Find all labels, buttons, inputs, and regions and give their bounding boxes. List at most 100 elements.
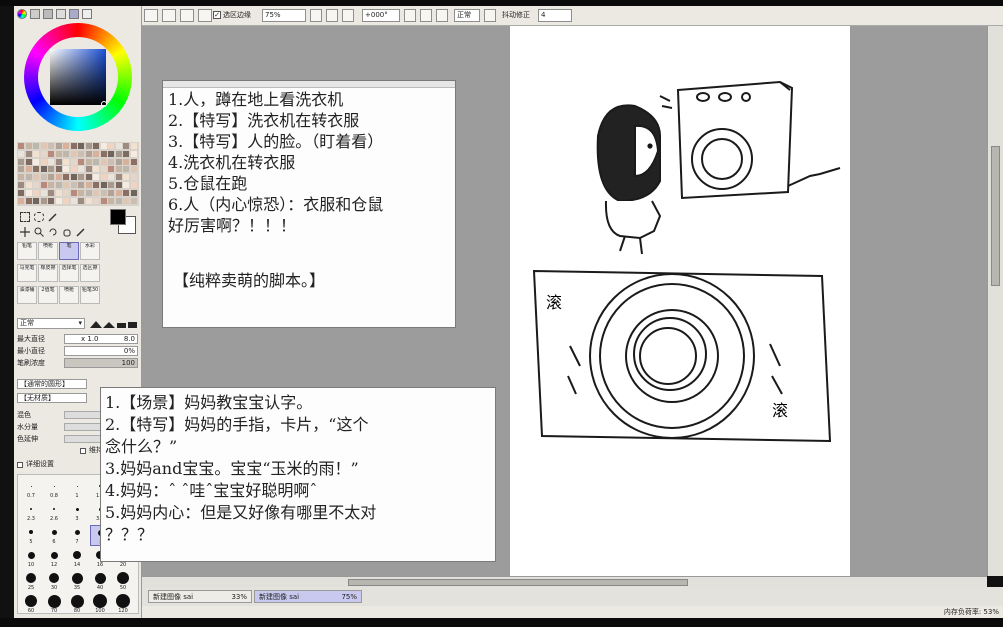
brush-size-cell[interactable]: 12 — [44, 548, 64, 569]
palette-swatch[interactable] — [63, 166, 69, 173]
palette-swatch[interactable] — [48, 150, 54, 157]
color-extend-slider[interactable] — [64, 435, 104, 443]
palette-swatch[interactable] — [85, 143, 92, 149]
palette-swatch[interactable] — [130, 158, 137, 165]
palette-swatch[interactable] — [78, 174, 84, 181]
palette-swatch[interactable] — [33, 143, 39, 149]
palette-swatch[interactable] — [115, 166, 122, 173]
palette-swatch[interactable] — [48, 174, 54, 181]
lasso-select-icon[interactable] — [34, 212, 44, 222]
palette-swatch[interactable] — [115, 182, 122, 188]
palette-swatch[interactable] — [115, 189, 122, 196]
palette-swatch[interactable] — [25, 174, 32, 181]
palette-swatch[interactable] — [123, 197, 129, 204]
palette-swatch[interactable] — [108, 143, 114, 149]
palette-swatch[interactable] — [25, 197, 32, 204]
palette-swatch[interactable] — [108, 174, 114, 181]
palette-swatch[interactable] — [93, 150, 99, 157]
rect-select-icon[interactable] — [20, 212, 30, 222]
palette-swatch[interactable] — [48, 166, 54, 173]
palette-swatch[interactable] — [40, 189, 47, 196]
palette-swatch[interactable] — [108, 189, 114, 196]
palette-swatch[interactable] — [123, 189, 129, 196]
brush-size-cell[interactable]: 35 — [67, 571, 87, 592]
brush-size-cell[interactable]: 100 — [90, 594, 110, 615]
hand-icon[interactable] — [62, 227, 72, 237]
rotate-reset-button[interactable] — [436, 9, 448, 22]
palette-swatch[interactable] — [55, 182, 62, 188]
brush-blend-select[interactable]: 正常 ▾ — [17, 318, 85, 329]
palette-swatch[interactable] — [55, 189, 62, 196]
palette-swatch[interactable] — [48, 143, 54, 149]
palette-swatch[interactable] — [93, 174, 99, 181]
note1-titlebar[interactable] — [163, 81, 455, 88]
brush-size-cell[interactable]: 10 — [21, 548, 41, 569]
brush-tool-button[interactable]: 铅笔30 — [80, 286, 100, 304]
brush-size-cell[interactable]: 120 — [113, 594, 133, 615]
brush-size-cell[interactable]: 80 — [67, 594, 87, 615]
palette-swatch[interactable] — [33, 189, 39, 196]
palette-swatch[interactable] — [40, 150, 47, 157]
palette-swatch[interactable] — [33, 158, 39, 165]
palette-swatch[interactable] — [70, 166, 77, 173]
brush-shape-select[interactable]: 【通常的圆形】 — [17, 379, 87, 389]
palette-swatch[interactable] — [130, 182, 137, 188]
palette-swatch[interactable] — [18, 150, 24, 157]
palette-swatch[interactable] — [93, 158, 99, 165]
selection-edge-checkbox[interactable]: ✓ — [213, 11, 221, 19]
palette-swatch[interactable] — [18, 158, 24, 165]
detail-settings-checkbox[interactable] — [17, 462, 23, 468]
palette-swatch[interactable] — [33, 197, 39, 204]
palette-swatch[interactable] — [18, 166, 24, 173]
palette-swatch[interactable] — [130, 150, 137, 157]
palette-swatch[interactable] — [85, 182, 92, 188]
scratch-pad-icon[interactable] — [82, 9, 92, 19]
brush-size-cell[interactable]: 25 — [21, 571, 41, 592]
min-size-slider[interactable]: 0% — [64, 346, 138, 356]
deselect-button[interactable] — [144, 9, 158, 22]
palette-swatch[interactable] — [85, 166, 92, 173]
palette-swatch[interactable] — [123, 166, 129, 173]
palette-swatch[interactable] — [93, 182, 99, 188]
palette-swatch[interactable] — [63, 150, 69, 157]
palette-swatch[interactable] — [108, 197, 114, 204]
palette-swatch[interactable] — [55, 150, 62, 157]
palette-swatch[interactable] — [63, 182, 69, 188]
palette-swatch[interactable] — [55, 174, 62, 181]
palette-swatch[interactable] — [130, 189, 137, 196]
horizontal-scroll-thumb[interactable] — [348, 579, 688, 586]
brush-size-cell[interactable]: 0.7 — [21, 479, 41, 500]
palette-swatch[interactable] — [85, 174, 92, 181]
palette-swatch[interactable] — [25, 166, 32, 173]
drawing-canvas[interactable]: 滚 滚 — [510, 26, 850, 576]
palette-swatch[interactable] — [115, 197, 122, 204]
brush-tool-button[interactable]: 橡皮擦 — [38, 264, 58, 282]
zoom-reset-button[interactable] — [342, 9, 354, 22]
keep-opacity-checkbox[interactable] — [80, 448, 86, 454]
brush-size-cell[interactable]: 70 — [44, 594, 64, 615]
palette-swatch[interactable] — [33, 174, 39, 181]
brush-size-cell[interactable]: 5 — [21, 525, 41, 546]
swatch-mode-icon[interactable] — [56, 9, 66, 19]
brush-tool-button[interactable]: 选区擦 — [80, 264, 100, 282]
palette-swatch[interactable] — [130, 197, 137, 204]
palette-swatch[interactable] — [123, 150, 129, 157]
color-wheel-mode-icon[interactable] — [17, 9, 27, 19]
palette-swatch[interactable] — [93, 143, 99, 149]
max-size-slider[interactable]: x 1.0 8.0 — [64, 334, 138, 344]
rgb-slider-icon[interactable] — [30, 9, 40, 19]
brush-tool-button[interactable]: 选择笔 — [59, 264, 79, 282]
palette-swatch[interactable] — [100, 182, 107, 188]
palette-swatch[interactable] — [100, 166, 107, 173]
palette-swatch[interactable] — [40, 174, 47, 181]
brush-texture-select[interactable]: 【无材质】 — [17, 393, 87, 403]
palette-swatch[interactable] — [63, 158, 69, 165]
palette-swatch[interactable] — [33, 150, 39, 157]
palette-swatch[interactable] — [18, 197, 24, 204]
palette-swatch[interactable] — [48, 182, 54, 188]
palette-swatch[interactable] — [123, 158, 129, 165]
palette-swatch[interactable] — [78, 143, 84, 149]
canvas-blend-select[interactable]: 正常 — [454, 9, 480, 22]
brush-size-cell[interactable]: 30 — [44, 571, 64, 592]
brush-size-cell[interactable]: 14 — [67, 548, 87, 569]
